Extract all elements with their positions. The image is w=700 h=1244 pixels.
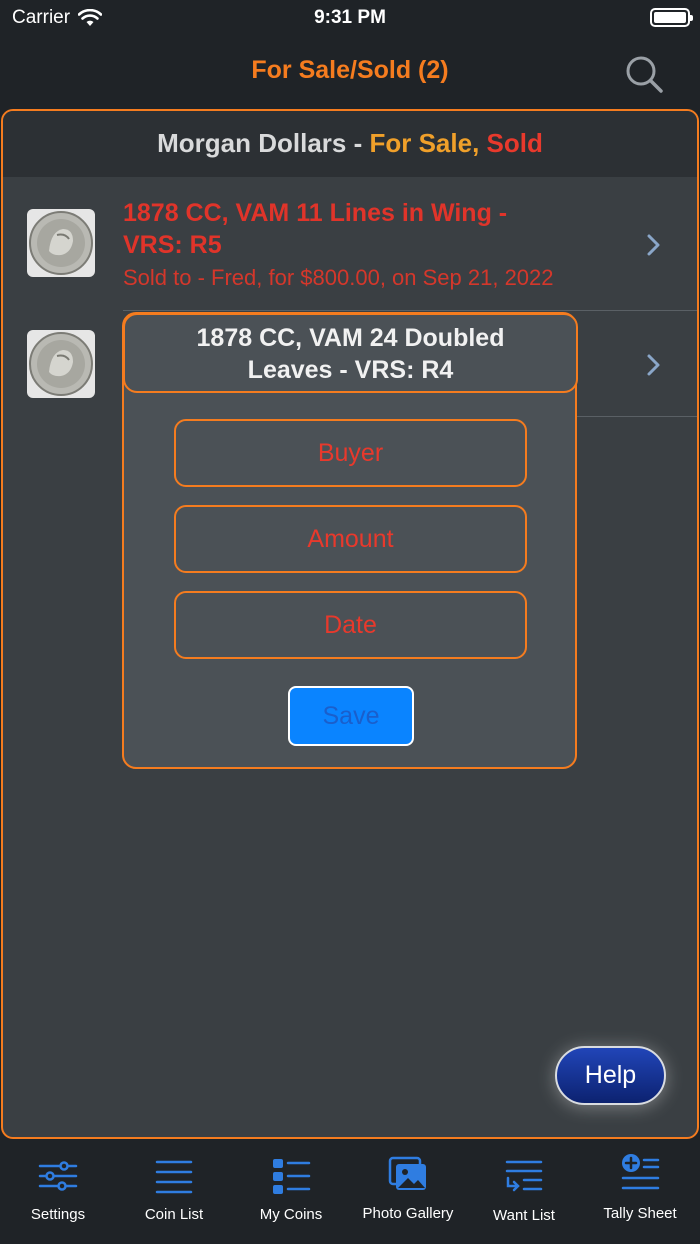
tab-photo-gallery[interactable]: Photo Gallery — [349, 1140, 467, 1244]
tab-label: Coin List — [144, 1206, 204, 1223]
tab-settings[interactable]: Settings — [0, 1140, 116, 1244]
tab-coin-list[interactable]: Coin List — [116, 1140, 232, 1244]
status-time: 9:31 PM — [314, 7, 386, 28]
tab-label: Settings — [30, 1206, 86, 1223]
section-header: Morgan Dollars - For Sale, Sold — [3, 111, 697, 177]
sliders-icon — [38, 1161, 78, 1191]
coin-title-line2: VRS: R5 — [123, 231, 222, 259]
tab-label: My Coins — [259, 1206, 323, 1223]
save-button[interactable]: Save — [288, 686, 414, 746]
want-list-icon — [505, 1160, 543, 1192]
grid-list-icon — [273, 1159, 311, 1194]
section-sold: Sold — [479, 128, 543, 158]
chevron-right-icon — [647, 354, 660, 376]
dialog-title-line1: 1878 CC, VAM 24 Doubled — [196, 324, 505, 352]
photos-icon — [388, 1156, 426, 1190]
help-button[interactable]: Help — [555, 1046, 666, 1105]
tab-tally-sheet[interactable]: Tally Sheet — [582, 1140, 698, 1244]
tab-bar: Settings Coin List My Coins Photo Galler… — [0, 1140, 700, 1244]
list-item[interactable]: 1878 CC, VAM 11 Lines in Wing - VRS: R5 … — [3, 181, 697, 311]
tab-label: Tally Sheet — [603, 1205, 677, 1222]
coin-thumbnail — [27, 209, 95, 277]
list-icon — [155, 1160, 193, 1194]
buyer-placeholder: Buyer — [317, 439, 384, 467]
sale-entry-dialog: 1878 CC, VAM 24 Doubled Leaves - VRS: R4… — [122, 312, 578, 769]
dialog-title: 1878 CC, VAM 24 Doubled Leaves - VRS: R4 — [123, 313, 578, 393]
section-series: Morgan Dollars - — [157, 128, 370, 158]
coin-title: 1878 CC, VAM 11 Lines in Wing - VRS: R5 — [123, 197, 507, 261]
battery-icon — [650, 8, 693, 27]
sold-info: Sold to - Fred, for $800.00, on Sep 21, … — [123, 265, 554, 290]
tally-add-icon — [621, 1154, 660, 1190]
coin-title-line1: 1878 CC, VAM 11 Lines in Wing - — [123, 199, 508, 227]
chevron-right-icon — [647, 234, 660, 256]
tab-label: Photo Gallery — [362, 1205, 454, 1222]
tab-my-coins[interactable]: My Coins — [233, 1140, 349, 1244]
tab-want-list[interactable]: Want List — [466, 1140, 582, 1244]
dialog-title-line2: Leaves - VRS: R4 — [247, 356, 454, 384]
tab-label: Want List — [493, 1207, 555, 1224]
section-for-sale: For Sale, — [369, 128, 480, 158]
amount-field[interactable]: Amount — [174, 505, 527, 573]
date-field[interactable]: Date — [174, 591, 527, 659]
search-icon[interactable] — [624, 54, 664, 94]
buyer-field[interactable]: Buyer — [174, 419, 527, 487]
amount-placeholder: Amount — [307, 525, 394, 553]
date-placeholder: Date — [324, 611, 377, 639]
status-bar: Carrier 9:31 PM — [0, 0, 700, 36]
page-title: For Sale/Sold (2) — [251, 56, 449, 84]
coin-thumbnail — [27, 330, 95, 398]
